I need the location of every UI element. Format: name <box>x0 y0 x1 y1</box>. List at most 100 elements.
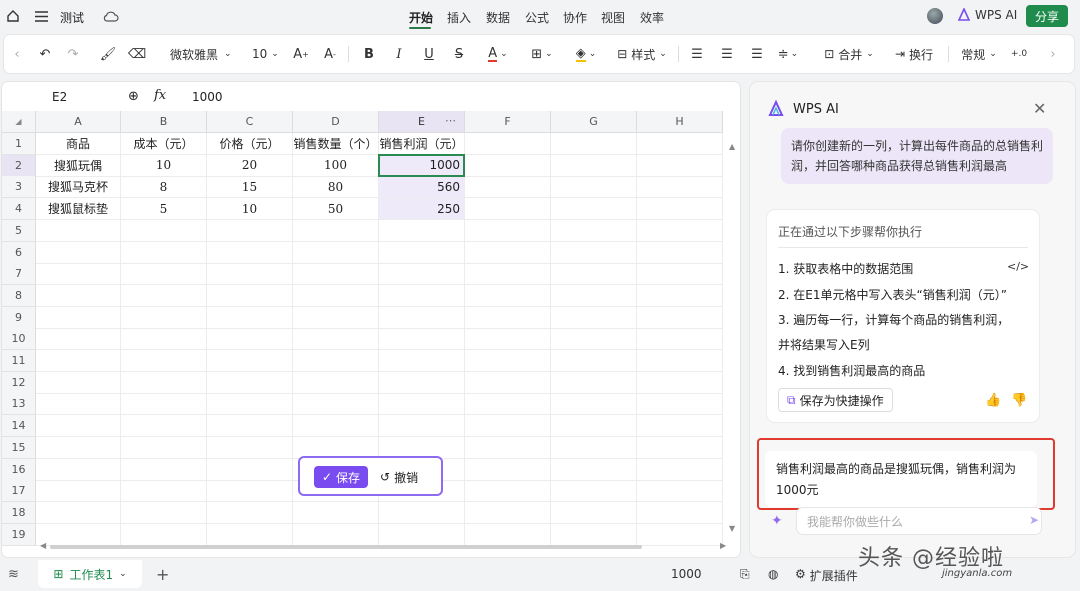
cell-H16[interactable] <box>637 458 723 481</box>
cell-A4[interactable]: 搜狐鼠标垫 <box>36 198 121 221</box>
decimal-icon[interactable]: +.0 <box>1009 45 1029 63</box>
toolbar-expand-icon[interactable]: › <box>1044 45 1062 63</box>
number-format-select[interactable]: 常规 ⌄ <box>958 45 1000 63</box>
cell-C4[interactable]: 10 <box>207 198 293 221</box>
cell-A10[interactable] <box>36 328 121 351</box>
cell-B8[interactable] <box>121 284 207 307</box>
cell-A14[interactable] <box>36 415 121 438</box>
cell-D10[interactable] <box>293 328 379 351</box>
vertical-align-button[interactable]: ≑ ⌄ <box>774 45 802 63</box>
row-header[interactable]: 6 <box>2 241 36 264</box>
cell-C5[interactable] <box>207 219 293 242</box>
cell-G2[interactable] <box>551 154 637 177</box>
row-header[interactable]: 14 <box>2 415 36 438</box>
cell-F2[interactable] <box>465 154 551 177</box>
thumb-down-icon[interactable]: 👎 <box>1011 393 1027 408</box>
cell-F10[interactable] <box>465 328 551 351</box>
column-more-icon[interactable]: ⋯ <box>445 114 456 127</box>
cell-H12[interactable] <box>637 371 723 394</box>
cell-G13[interactable] <box>551 393 637 416</box>
cell-F3[interactable] <box>465 176 551 199</box>
row-header[interactable]: 13 <box>2 393 36 416</box>
menu-formula[interactable]: 公式 <box>525 9 549 26</box>
cell-D3[interactable]: 80 <box>293 176 379 199</box>
chevron-down-icon[interactable]: ⌄ <box>119 569 127 579</box>
cell-H6[interactable] <box>637 241 723 264</box>
close-icon[interactable]: ✕ <box>1033 99 1046 118</box>
cell-D1[interactable]: 销售数量（个） <box>293 133 379 155</box>
ai-assistant-icon[interactable]: ✦ <box>771 513 783 529</box>
cell-A8[interactable] <box>36 284 121 307</box>
cell-H9[interactable] <box>637 306 723 329</box>
cell-D13[interactable] <box>293 393 379 416</box>
cell-G3[interactable] <box>551 176 637 199</box>
cell-B15[interactable] <box>121 436 207 459</box>
save-button[interactable]: ✓ 保存 <box>314 466 368 488</box>
toolbar-collapse-icon[interactable]: ‹ <box>12 45 22 63</box>
cell-E13[interactable] <box>379 393 465 416</box>
menu-view[interactable]: 视图 <box>601 9 625 26</box>
code-icon[interactable]: </> <box>1007 260 1029 273</box>
scroll-right-icon[interactable]: ▶ <box>720 541 726 550</box>
cell-C15[interactable] <box>207 436 293 459</box>
cell-F11[interactable] <box>465 350 551 372</box>
row-header[interactable]: 12 <box>2 371 36 394</box>
row-header[interactable]: 19 <box>2 523 36 546</box>
cell-A6[interactable] <box>36 241 121 264</box>
scroll-left-icon[interactable]: ◀ <box>40 541 46 550</box>
cell-F6[interactable] <box>465 241 551 264</box>
cell-G9[interactable] <box>551 306 637 329</box>
wrap-button[interactable]: ⇥ 换行 <box>890 45 938 63</box>
menu-data[interactable]: 数据 <box>486 9 510 26</box>
styles-button[interactable]: ⊟ 样式 ⌄ <box>612 45 672 63</box>
cell-G15[interactable] <box>551 436 637 459</box>
cell-B7[interactable] <box>121 263 207 286</box>
column-header-f[interactable]: F <box>465 111 551 133</box>
cell-G19[interactable] <box>551 523 637 546</box>
cell-C14[interactable] <box>207 415 293 438</box>
cell-F4[interactable] <box>465 198 551 221</box>
font-color-button[interactable]: A ⌄ <box>481 45 515 63</box>
fill-color-button[interactable]: ◈ ⌄ <box>569 45 603 63</box>
row-header[interactable]: 1 <box>2 133 36 155</box>
cell-F7[interactable] <box>465 263 551 286</box>
globe-icon[interactable]: ◍ <box>768 567 778 581</box>
cell-F5[interactable] <box>465 219 551 242</box>
cell-G1[interactable] <box>551 133 637 155</box>
wps-ai-menu-button[interactable]: WPS AI <box>957 8 1017 22</box>
eraser-icon[interactable]: ⌫ <box>128 45 146 63</box>
column-header-g[interactable]: G <box>551 111 637 133</box>
cell-C8[interactable] <box>207 284 293 307</box>
cell-C9[interactable] <box>207 306 293 329</box>
cell-D4[interactable]: 50 <box>293 198 379 221</box>
cell-H11[interactable] <box>637 350 723 372</box>
cell-E7[interactable] <box>379 263 465 286</box>
cell-F8[interactable] <box>465 284 551 307</box>
cell-B9[interactable] <box>121 306 207 329</box>
cell-H15[interactable] <box>637 436 723 459</box>
row-header[interactable]: 17 <box>2 480 36 503</box>
cell-A11[interactable] <box>36 350 121 372</box>
cell-A1[interactable]: 商品 <box>36 133 121 155</box>
select-all-corner[interactable]: ◢ <box>2 111 36 133</box>
scroll-down-icon[interactable]: ▼ <box>729 524 735 533</box>
cell-H3[interactable] <box>637 176 723 199</box>
cell-H4[interactable] <box>637 198 723 221</box>
cell-H18[interactable] <box>637 501 723 524</box>
cell-G16[interactable] <box>551 458 637 481</box>
cell-G6[interactable] <box>551 241 637 264</box>
row-header[interactable]: 5 <box>2 219 36 242</box>
underline-icon[interactable]: U <box>420 45 438 63</box>
cell-G10[interactable] <box>551 328 637 351</box>
column-header-c[interactable]: C <box>207 111 293 133</box>
italic-icon[interactable]: I <box>390 45 408 63</box>
cell-H8[interactable] <box>637 284 723 307</box>
cell-B4[interactable]: 5 <box>121 198 207 221</box>
cell-A19[interactable] <box>36 523 121 546</box>
cell-F13[interactable] <box>465 393 551 416</box>
cell-B13[interactable] <box>121 393 207 416</box>
cell-A13[interactable] <box>36 393 121 416</box>
cell-A15[interactable] <box>36 436 121 459</box>
cell-F19[interactable] <box>465 523 551 546</box>
cell-H7[interactable] <box>637 263 723 286</box>
